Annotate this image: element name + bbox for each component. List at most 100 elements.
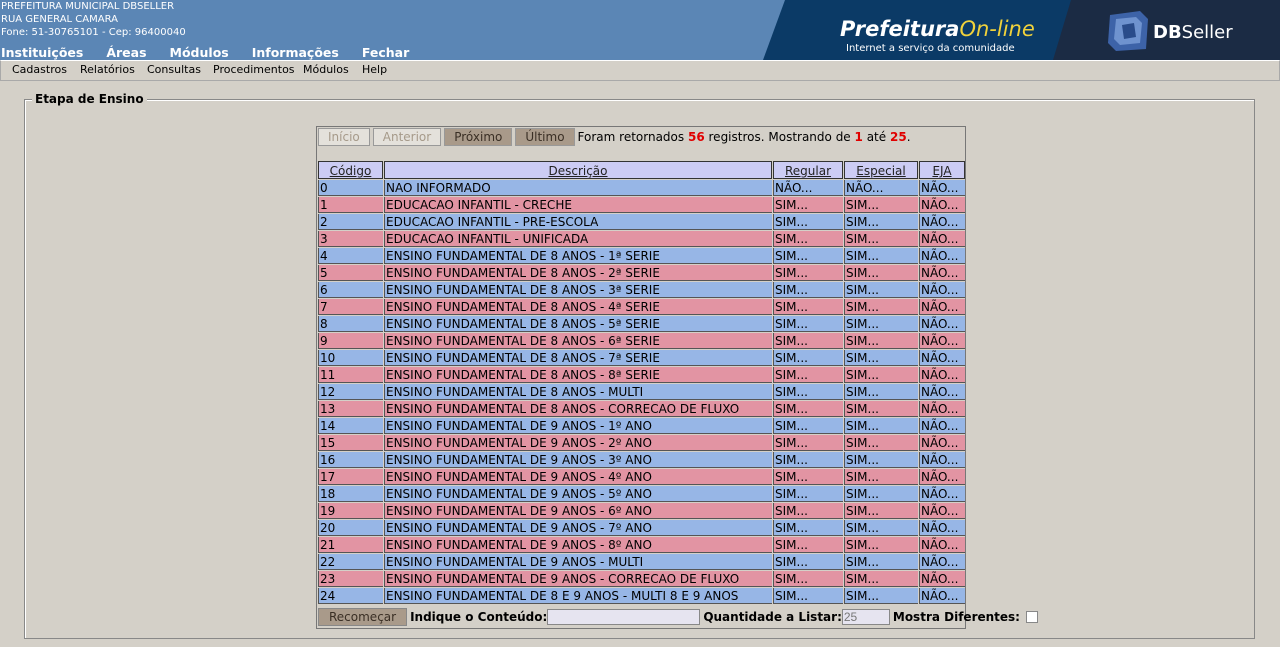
menu-modulos[interactable]: Módulos [303, 63, 349, 76]
previous-button[interactable]: Anterior [372, 128, 442, 146]
table-row[interactable]: 2 EDUCACAO INFANTIL - PRE-ESCOLA SIM... SIM… [318, 214, 966, 231]
column-header-eja[interactable]: EJA [919, 161, 965, 179]
column-header-especial[interactable]: Especial [844, 161, 918, 179]
cell-eja: NÃO... [919, 384, 965, 400]
cell-regular: SIM... [773, 469, 843, 485]
table-row[interactable]: 21 ENSINO FUNDAMENTAL DE 9 ANOS - 8º ANO S… [318, 537, 966, 554]
table-row[interactable]: 4 ENSINO FUNDAMENTAL DE 8 ANOS - 1ª SERIE… [318, 248, 966, 265]
column-header-regular[interactable]: Regular [773, 161, 843, 179]
menu-relatorios[interactable]: Relatórios [80, 63, 135, 76]
first-button[interactable]: Início [318, 128, 370, 146]
cell-especial: SIM... [844, 571, 918, 587]
nav-informacoes[interactable]: Informações [252, 45, 339, 60]
cell-descricao: ENSINO FUNDAMENTAL DE 9 ANOS - MULTI [384, 554, 772, 570]
cell-especial: SIM... [844, 299, 918, 315]
info-text-a: Foram retornados [577, 130, 685, 144]
cell-regular: SIM... [773, 435, 843, 451]
nav-instituicoes[interactable]: Instituições [1, 45, 83, 60]
cell-especial: SIM... [844, 316, 918, 332]
table-row[interactable]: 7 ENSINO FUNDAMENTAL DE 8 ANOS - 4ª SERIE… [318, 299, 966, 316]
table-header: Código Descrição Regular Especial EJA [318, 161, 966, 179]
cell-regular: SIM... [773, 503, 843, 519]
table-row[interactable]: 12 ENSINO FUNDAMENTAL DE 8 ANOS - MULTI SI… [318, 384, 966, 401]
cell-codigo: 13 [318, 401, 383, 417]
cell-eja: NÃO... [919, 299, 965, 315]
cell-descricao: ENSINO FUNDAMENTAL DE 9 ANOS - 3º ANO [384, 452, 772, 468]
table-row[interactable]: 24 ENSINO FUNDAMENTAL DE 8 E 9 ANOS - MUL… [318, 588, 966, 605]
cell-especial: SIM... [844, 401, 918, 417]
table-row[interactable]: 16 ENSINO FUNDAMENTAL DE 9 ANOS - 3º ANO S… [318, 452, 966, 469]
cell-eja: NÃO... [919, 214, 965, 230]
main-nav: Instituições Áreas Módulos Informações F… [1, 45, 432, 60]
table-row[interactable]: 9 ENSINO FUNDAMENTAL DE 8 ANOS - 6ª SERIE… [318, 333, 966, 350]
cell-codigo: 17 [318, 469, 383, 485]
org-name: PREFEITURA MUNICIPAL DBSELLER [1, 1, 175, 12]
table-row[interactable]: 13 ENSINO FUNDAMENTAL DE 8 ANOS - CORRECA… [318, 401, 966, 418]
table-row[interactable]: 1 EDUCACAO INFANTIL - CRECHE SIM... SIM... N… [318, 197, 966, 214]
cell-eja: NÃO... [919, 503, 965, 519]
cell-especial: SIM... [844, 214, 918, 230]
cell-especial: SIM... [844, 333, 918, 349]
table-row[interactable]: 6 ENSINO FUNDAMENTAL DE 8 ANOS - 3ª SERIE… [318, 282, 966, 299]
restart-button[interactable]: Recomeçar [318, 608, 408, 626]
menu-help[interactable]: Help [362, 63, 387, 76]
total-count: 56 [687, 130, 705, 144]
column-header-codigo[interactable]: Código [318, 161, 383, 179]
table-row[interactable]: 15 ENSINO FUNDAMENTAL DE 9 ANOS - 2º ANO S… [318, 435, 966, 452]
cell-especial: SIM... [844, 537, 918, 553]
dbseller-logo-icon [1108, 11, 1148, 51]
menu-cadastros[interactable]: Cadastros [12, 63, 67, 76]
table-row[interactable]: 23 ENSINO FUNDAMENTAL DE 9 ANOS - CORRECA… [318, 571, 966, 588]
last-button[interactable]: Último [515, 128, 575, 146]
cell-descricao: ENSINO FUNDAMENTAL DE 8 ANOS - 8ª SERIE [384, 367, 772, 383]
cell-eja: NÃO... [919, 282, 965, 298]
next-button[interactable]: Próximo [444, 128, 513, 146]
menu-procedimentos[interactable]: Procedimentos [213, 63, 295, 76]
table-row[interactable]: 20 ENSINO FUNDAMENTAL DE 9 ANOS - 7º ANO S… [318, 520, 966, 537]
table-body: 0 NAO INFORMADO NÃO... NÃO... NÃO... 1 EDUCACA… [318, 180, 966, 605]
cell-descricao: ENSINO FUNDAMENTAL DE 8 ANOS - CORRECAO … [384, 401, 772, 417]
nav-modulos[interactable]: Módulos [170, 45, 229, 60]
table-row[interactable]: 19 ENSINO FUNDAMENTAL DE 9 ANOS - 6º ANO S… [318, 503, 966, 520]
cell-codigo: 22 [318, 554, 383, 570]
cell-regular: SIM... [773, 571, 843, 587]
cell-descricao: ENSINO FUNDAMENTAL DE 8 ANOS - 2ª SERIE [384, 265, 772, 281]
cell-regular: SIM... [773, 282, 843, 298]
content-label: Indique o Conteúdo: [410, 610, 548, 624]
cell-descricao: ENSINO FUNDAMENTAL DE 9 ANOS - 6º ANO [384, 503, 772, 519]
cell-especial: SIM... [844, 384, 918, 400]
nav-fechar[interactable]: Fechar [362, 45, 409, 60]
cell-especial: SIM... [844, 486, 918, 502]
cell-regular: SIM... [773, 367, 843, 383]
cell-descricao: EDUCACAO INFANTIL - UNIFICADA [384, 231, 772, 247]
cell-eja: NÃO... [919, 537, 965, 553]
table-row[interactable]: 8 ENSINO FUNDAMENTAL DE 8 ANOS - 5ª SERIE… [318, 316, 966, 333]
table-row[interactable]: 22 ENSINO FUNDAMENTAL DE 9 ANOS - MULTI SI… [318, 554, 966, 571]
table-row[interactable]: 5 ENSINO FUNDAMENTAL DE 8 ANOS - 2ª SERIE… [318, 265, 966, 282]
table-row[interactable]: 11 ENSINO FUNDAMENTAL DE 8 ANOS - 8ª SERI… [318, 367, 966, 384]
banner: PrefeituraOn-line Internet a serviço da … [763, 0, 1280, 60]
table-row[interactable]: 3 EDUCACAO INFANTIL - UNIFICADA SIM... SIM.… [318, 231, 966, 248]
quantity-input[interactable] [841, 609, 890, 625]
column-header-descricao[interactable]: Descrição [384, 161, 772, 179]
table-row[interactable]: 14 ENSINO FUNDAMENTAL DE 9 ANOS - 1º ANO S… [318, 418, 966, 435]
cell-regular: SIM... [773, 316, 843, 332]
cell-codigo: 10 [318, 350, 383, 366]
menu-consultas[interactable]: Consultas [147, 63, 201, 76]
table-row[interactable]: 17 ENSINO FUNDAMENTAL DE 9 ANOS - 4º ANO S… [318, 469, 966, 486]
table-row[interactable]: 18 ENSINO FUNDAMENTAL DE 9 ANOS - 5º ANO S… [318, 486, 966, 503]
brand-seller: Seller [1181, 22, 1233, 43]
cell-codigo: 15 [318, 435, 383, 451]
quantity-label: Quantidade a Listar: [703, 610, 842, 624]
table-row[interactable]: 10 ENSINO FUNDAMENTAL DE 8 ANOS - 7ª SERI… [318, 350, 966, 367]
sub-menu: Cadastros Relatórios Consultas Procedime… [0, 60, 1280, 81]
cell-descricao: ENSINO FUNDAMENTAL DE 8 ANOS - 7ª SERIE [384, 350, 772, 366]
table-row[interactable]: 0 NAO INFORMADO NÃO... NÃO... NÃO... [318, 180, 966, 197]
cell-descricao: ENSINO FUNDAMENTAL DE 9 ANOS - 7º ANO [384, 520, 772, 536]
show-different-checkbox[interactable] [1025, 611, 1038, 623]
content-input[interactable] [547, 609, 701, 625]
cell-descricao: ENSINO FUNDAMENTAL DE 9 ANOS - 5º ANO [384, 486, 772, 502]
nav-areas[interactable]: Áreas [106, 45, 146, 60]
cell-descricao: ENSINO FUNDAMENTAL DE 8 ANOS - 3ª SERIE [384, 282, 772, 298]
cell-eja: NÃO... [919, 571, 965, 587]
